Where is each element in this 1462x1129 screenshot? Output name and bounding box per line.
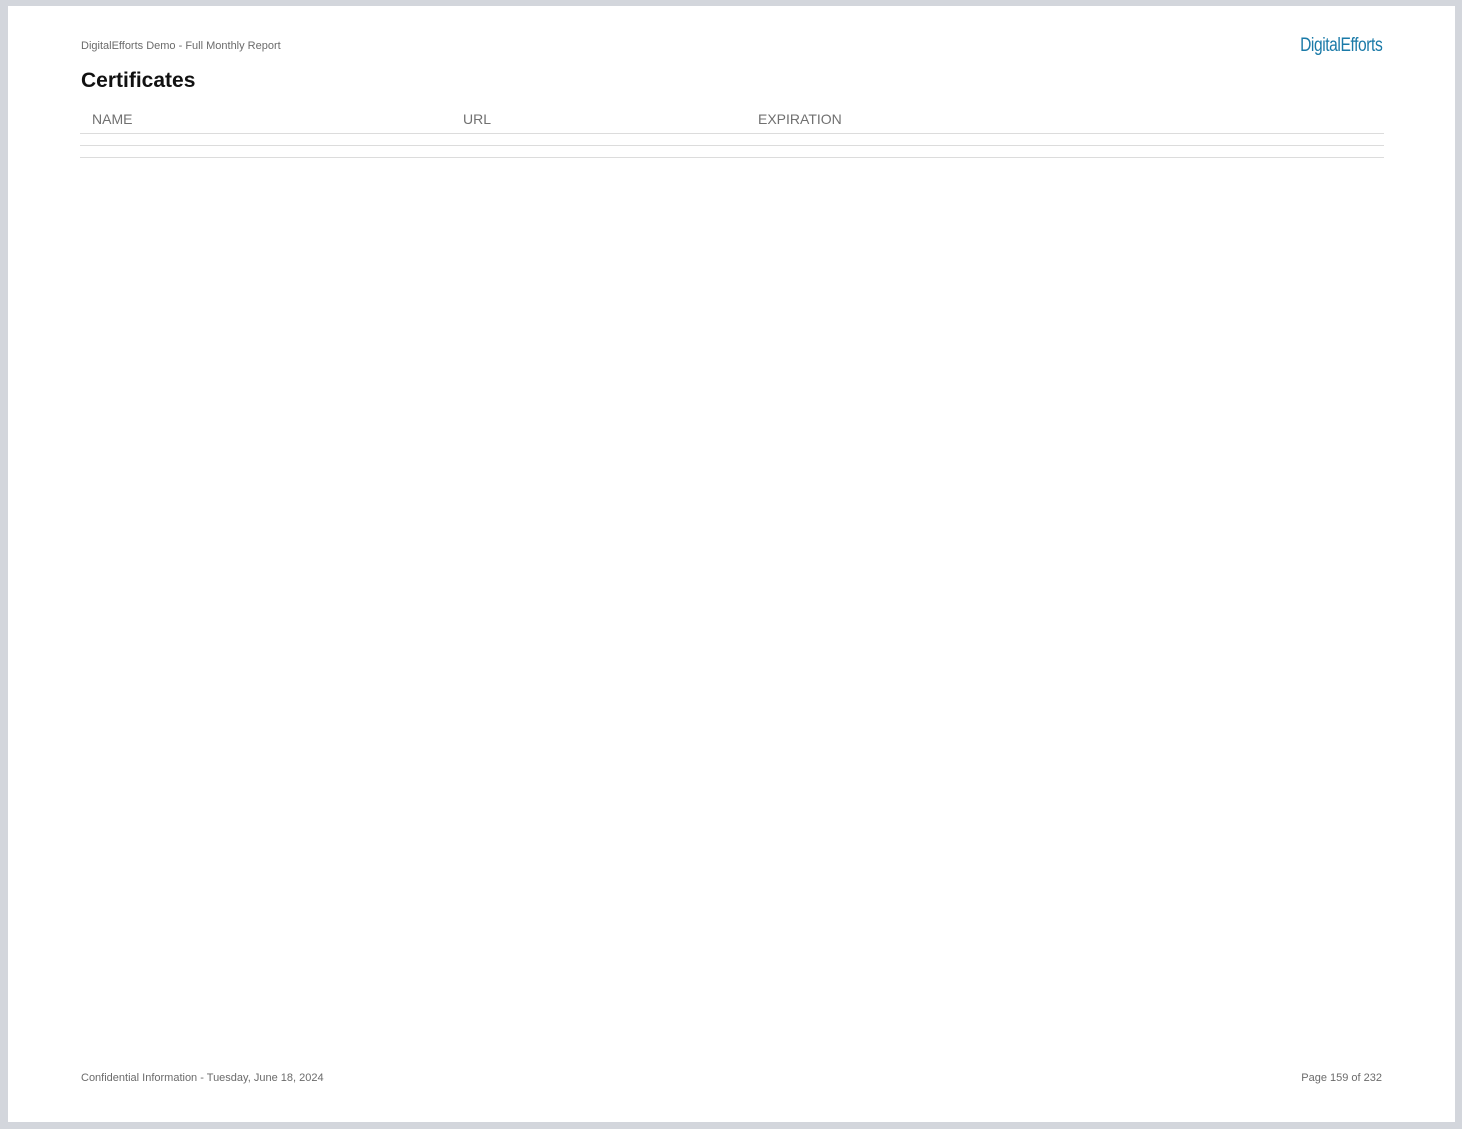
certificates-table: NAME URL EXPIRATION [80,107,1384,158]
table-header: NAME URL EXPIRATION [80,107,1384,134]
table-row [80,146,1384,158]
table-row [80,134,1384,146]
column-header-url: URL [463,111,492,127]
report-page: DigitalEfforts Demo - Full Monthly Repor… [8,6,1455,1122]
report-title: DigitalEfforts Demo - Full Monthly Repor… [81,40,281,52]
footer-page-number: Page 159 of 232 [1301,1072,1382,1084]
brand-logo: DigitalEfforts [1299,35,1383,56]
section-title: Certificates [81,69,196,92]
column-header-name: NAME [92,111,133,127]
column-header-expiration: EXPIRATION [758,111,842,127]
footer-confidential: Confidential Information - Tuesday, June… [81,1072,324,1084]
